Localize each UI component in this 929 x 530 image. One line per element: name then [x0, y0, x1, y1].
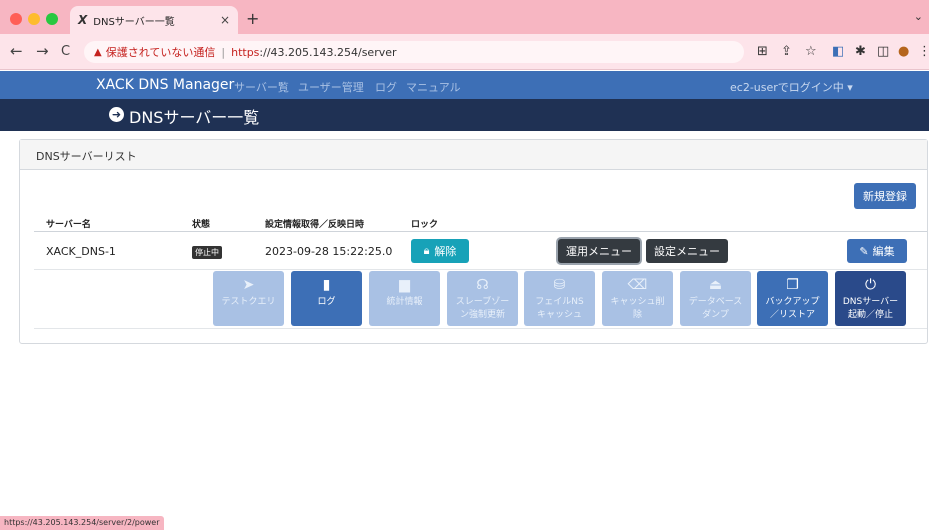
tile-slave-zone-refresh[interactable]: ☊ スレーブゾー ン強制更新 — [447, 271, 518, 326]
card-title: DNSサーバーリスト — [36, 150, 137, 163]
copy-icon: ❐ — [786, 277, 799, 293]
insecure-warning-text: 保護されていない通信 — [105, 46, 216, 59]
tile-cache-delete[interactable]: ⌫ キャッシュ削除 — [602, 271, 673, 326]
new-tab-button[interactable]: + — [246, 9, 259, 28]
dump-icon: ⏏ — [708, 277, 723, 293]
tile-database-dump[interactable]: ⏏ データベース ダンプ — [680, 271, 751, 326]
share-icon[interactable]: ⇪ — [781, 44, 792, 59]
back-button[interactable]: ← — [10, 42, 23, 60]
favicon-icon: X — [78, 13, 88, 27]
unlock-button[interactable]: 🔒︎ 解除 — [411, 239, 469, 263]
tile-log[interactable]: ▮ ログ — [291, 271, 362, 326]
extension-icon[interactable]: ◧ — [832, 44, 844, 59]
nav-log[interactable]: ログ — [375, 79, 397, 95]
new-register-button[interactable]: 新規登録 — [854, 183, 916, 209]
user-dropdown[interactable]: ec2-userでログイン中 ▾ — [730, 79, 853, 95]
tile-label: テストクエリ — [221, 297, 276, 307]
translate-icon[interactable]: ⊞ — [757, 44, 768, 59]
page-header: ➜ DNSサーバー一覧 — [0, 99, 929, 131]
tiles-divider — [34, 328, 927, 329]
column-header-status: 状態 — [192, 220, 211, 230]
power-icon: ⏻ — [864, 277, 877, 293]
operations-menu-button[interactable]: 運用メニュー — [558, 239, 640, 263]
reload-button[interactable]: C — [61, 44, 70, 59]
warning-icon: ▲ — [94, 46, 102, 58]
tile-backup-restore[interactable]: ❐ バックアップ ／リストア — [757, 271, 828, 326]
lock-icon: 🔒︎ — [423, 244, 430, 257]
edit-button[interactable]: ✎ 編集 — [847, 239, 907, 263]
tile-dns-power[interactable]: ⏻ DNSサーバー 起動／停止 — [835, 271, 906, 326]
url-scheme: https — [231, 45, 260, 59]
edit-label: 編集 — [872, 245, 895, 258]
bookmark-star-icon[interactable]: ☆ — [805, 44, 817, 59]
tab-search-icon[interactable]: ⌄ — [914, 10, 923, 23]
header-divider — [34, 231, 927, 232]
server-name: XACK_DNS-1 — [46, 245, 116, 258]
maximize-window-button[interactable] — [46, 13, 58, 25]
tab-close-icon[interactable]: × — [220, 13, 230, 27]
tile-statistics[interactable]: ▆ 統計情報 — [369, 271, 440, 326]
back-circle-icon[interactable]: ➜ — [109, 107, 124, 122]
synced-at-value: 2023-09-28 15:22:25.0 — [265, 245, 393, 258]
url-input[interactable]: ▲ 保護されていない通信 | https ://43.205.143.254/s… — [84, 41, 744, 63]
headset-icon: ☊ — [476, 277, 489, 293]
book-icon: ▮ — [322, 277, 331, 293]
address-bar-row: ← → C ▲ 保護されていない通信 | https ://43.205.143… — [0, 34, 929, 70]
nav-user-management[interactable]: ユーザー管理 — [298, 79, 364, 95]
tile-label: キャッシュ削除 — [610, 297, 665, 320]
tile-label: ログ — [317, 297, 336, 307]
browser-menu-icon[interactable]: ⋮ — [918, 44, 929, 59]
server-list-card: DNSサーバーリスト 新規登録 サーバー名 状態 設定情報取得／反映日時 ロック… — [19, 139, 928, 344]
url-path: ://43.205.143.254/server — [259, 45, 397, 59]
tile-label: スレーブゾー ン強制更新 — [455, 297, 510, 320]
tile-failns-cache[interactable]: ⛁ フェイルNS キャッシュ — [524, 271, 595, 326]
minimize-window-button[interactable] — [28, 13, 40, 25]
puzzle-icon[interactable]: ✱ — [855, 44, 866, 59]
card-header: DNSサーバーリスト — [20, 140, 927, 170]
database-icon: ⛁ — [553, 277, 566, 293]
tab-title: DNSサーバー一覧 — [93, 16, 175, 28]
sidebar-icon[interactable]: ◫ — [877, 44, 889, 59]
profile-avatar-icon[interactable]: ● — [898, 44, 909, 59]
tile-label: 統計情報 — [386, 297, 423, 307]
column-header-name: サーバー名 — [46, 220, 91, 230]
nav-server-list[interactable]: サーバー覧 — [234, 79, 289, 95]
tile-label: バックアップ ／リストア — [765, 297, 820, 320]
nav-manual[interactable]: マニュアル — [406, 79, 461, 95]
tile-label: DNSサーバー 起動／停止 — [842, 297, 899, 320]
unlock-label: 解除 — [434, 245, 457, 258]
bar-chart-icon: ▆ — [399, 277, 410, 293]
paper-plane-icon: ➤ — [242, 277, 255, 293]
broom-icon: ⌫ — [627, 277, 648, 293]
tile-label: フェイルNS キャッシュ — [535, 297, 584, 320]
forward-button[interactable]: → — [36, 42, 49, 60]
browser-tab[interactable]: X DNSサーバー一覧 × — [70, 6, 238, 34]
app-navbar: XACK DNS Manager サーバー覧 ユーザー管理 ログ マニュアル e… — [0, 71, 929, 99]
tile-test-query[interactable]: ➤ テストクエリ — [213, 271, 284, 326]
link-status-bar: https://43.205.143.254/server/2/power — [0, 516, 164, 530]
row-divider — [34, 269, 927, 270]
column-header-lock: ロック — [411, 220, 439, 230]
page-title: DNSサーバー一覧 — [129, 108, 260, 127]
status-badge: 停止中 — [192, 246, 222, 259]
column-header-synced-at: 設定情報取得／反映日時 — [265, 220, 365, 230]
settings-menu-button[interactable]: 設定メニュー — [646, 239, 728, 263]
url-separator: | — [221, 45, 226, 59]
app-brand[interactable]: XACK DNS Manager — [96, 77, 234, 93]
pencil-icon: ✎ — [859, 244, 869, 258]
tile-label: データベース ダンプ — [688, 297, 743, 320]
browser-tab-strip: X DNSサーバー一覧 × + ⌄ — [0, 0, 929, 34]
close-window-button[interactable] — [10, 13, 22, 25]
